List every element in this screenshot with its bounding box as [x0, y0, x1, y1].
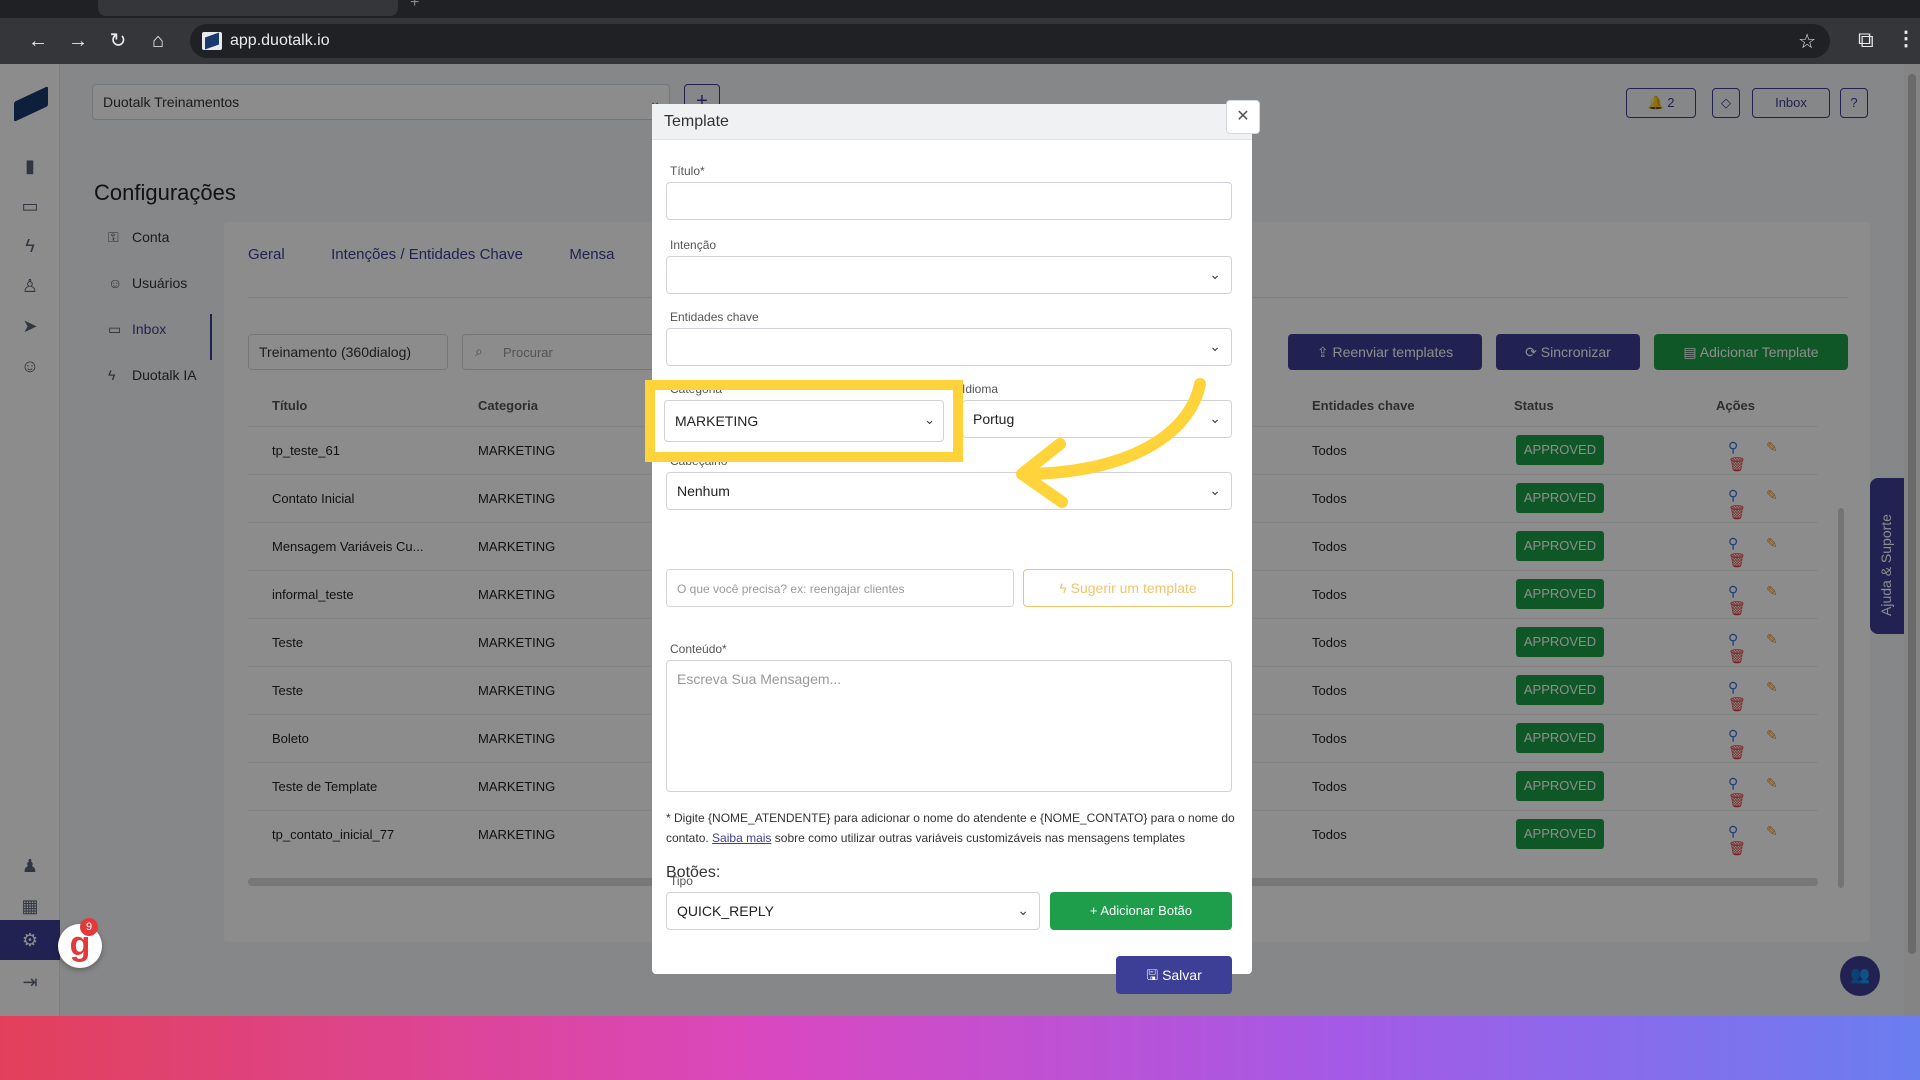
title-input[interactable]	[666, 182, 1232, 220]
url-text: app.duotalk.io	[230, 32, 330, 49]
category-select[interactable]: MARKETING ⌄	[664, 400, 944, 442]
variables-hint: * Digite {NOME_ATENDENTE} para adicionar…	[666, 808, 1236, 848]
learn-more-link[interactable]: Saiba mais	[712, 831, 771, 845]
intent-select[interactable]: ⌄	[666, 256, 1232, 294]
add-button-label: Adicionar Botão	[1100, 903, 1193, 918]
entities-label: Entidades chave	[670, 310, 759, 324]
header-value: Nenhum	[677, 483, 730, 499]
button-type-select[interactable]: QUICK_REPLY ⌄	[666, 892, 1040, 930]
new-tab-icon[interactable]: +	[410, 0, 419, 12]
type-label: Tipo	[670, 874, 693, 888]
browser-tabstrip: +	[0, 0, 1920, 18]
title-label: Título*	[670, 164, 705, 178]
hint-text-end: sobre como utilizar outras variáveis cus…	[774, 831, 1185, 845]
language-label: Idioma	[962, 382, 999, 396]
save-label: Salvar	[1162, 967, 1202, 983]
app-viewport: ▮ ▭ ϟ ♙ ➤ ☺ ♟ ▦ ⚙ ⇥ Duotalk Treinamentos…	[0, 64, 1920, 1016]
back-icon[interactable]: ←	[24, 27, 52, 55]
browser-toolbar: ← → ↻ ⌂ app.duotalk.io ☆ ⧉ ⋮	[0, 18, 1920, 64]
content-label: Conteúdo*	[670, 642, 727, 656]
bottom-gradient-bar	[0, 1016, 1920, 1080]
g-widget-count: 9	[80, 918, 98, 936]
add-button-button[interactable]: + Adicionar Botão	[1050, 892, 1232, 930]
category-value: MARKETING	[675, 413, 759, 429]
modal-header: Template	[652, 104, 1252, 140]
browser-tab[interactable]	[98, 0, 398, 16]
forward-icon[interactable]: →	[64, 27, 92, 55]
save-button[interactable]: 🖫 Salvar	[1116, 956, 1232, 994]
home-icon[interactable]: ⌂	[144, 27, 172, 55]
annotation-arrow-icon	[1016, 378, 1206, 508]
entities-select[interactable]: ⌄	[666, 328, 1232, 366]
extensions-icon[interactable]: ⧉	[1858, 27, 1874, 53]
content-placeholder: Escreva Sua Mensagem...	[677, 671, 842, 687]
site-favicon-icon	[202, 32, 222, 50]
chevron-down-icon: ⌄	[924, 412, 935, 427]
chevron-down-icon: ⌄	[1017, 902, 1029, 918]
intent-label: Intenção	[670, 238, 717, 252]
address-bar[interactable]: app.duotalk.io ☆	[190, 24, 1830, 58]
chevron-down-icon: ⌄	[1209, 338, 1221, 354]
suggest-label: Sugerir um template	[1070, 580, 1197, 596]
content-textarea[interactable]: Escreva Sua Mensagem...	[666, 660, 1232, 792]
chevron-down-icon: ⌄	[1209, 266, 1221, 282]
bookmark-star-icon[interactable]: ☆	[1798, 29, 1816, 54]
close-icon[interactable]: ✕	[1226, 100, 1260, 134]
button-type-value: QUICK_REPLY	[677, 903, 774, 919]
browser-menu-icon[interactable]: ⋮	[1896, 26, 1916, 51]
suggest-input[interactable]: O que você precisa? ex: reengajar client…	[666, 569, 1014, 607]
suggest-template-button[interactable]: ϟ Sugerir um template	[1023, 569, 1233, 607]
modal-title: Template	[664, 113, 729, 130]
template-modal: Template ✕ Título* Intenção ⌄ Entidades …	[652, 100, 1260, 994]
suggest-placeholder: O que você precisa? ex: reengajar client…	[677, 582, 905, 596]
reload-icon[interactable]: ↻	[104, 27, 132, 55]
